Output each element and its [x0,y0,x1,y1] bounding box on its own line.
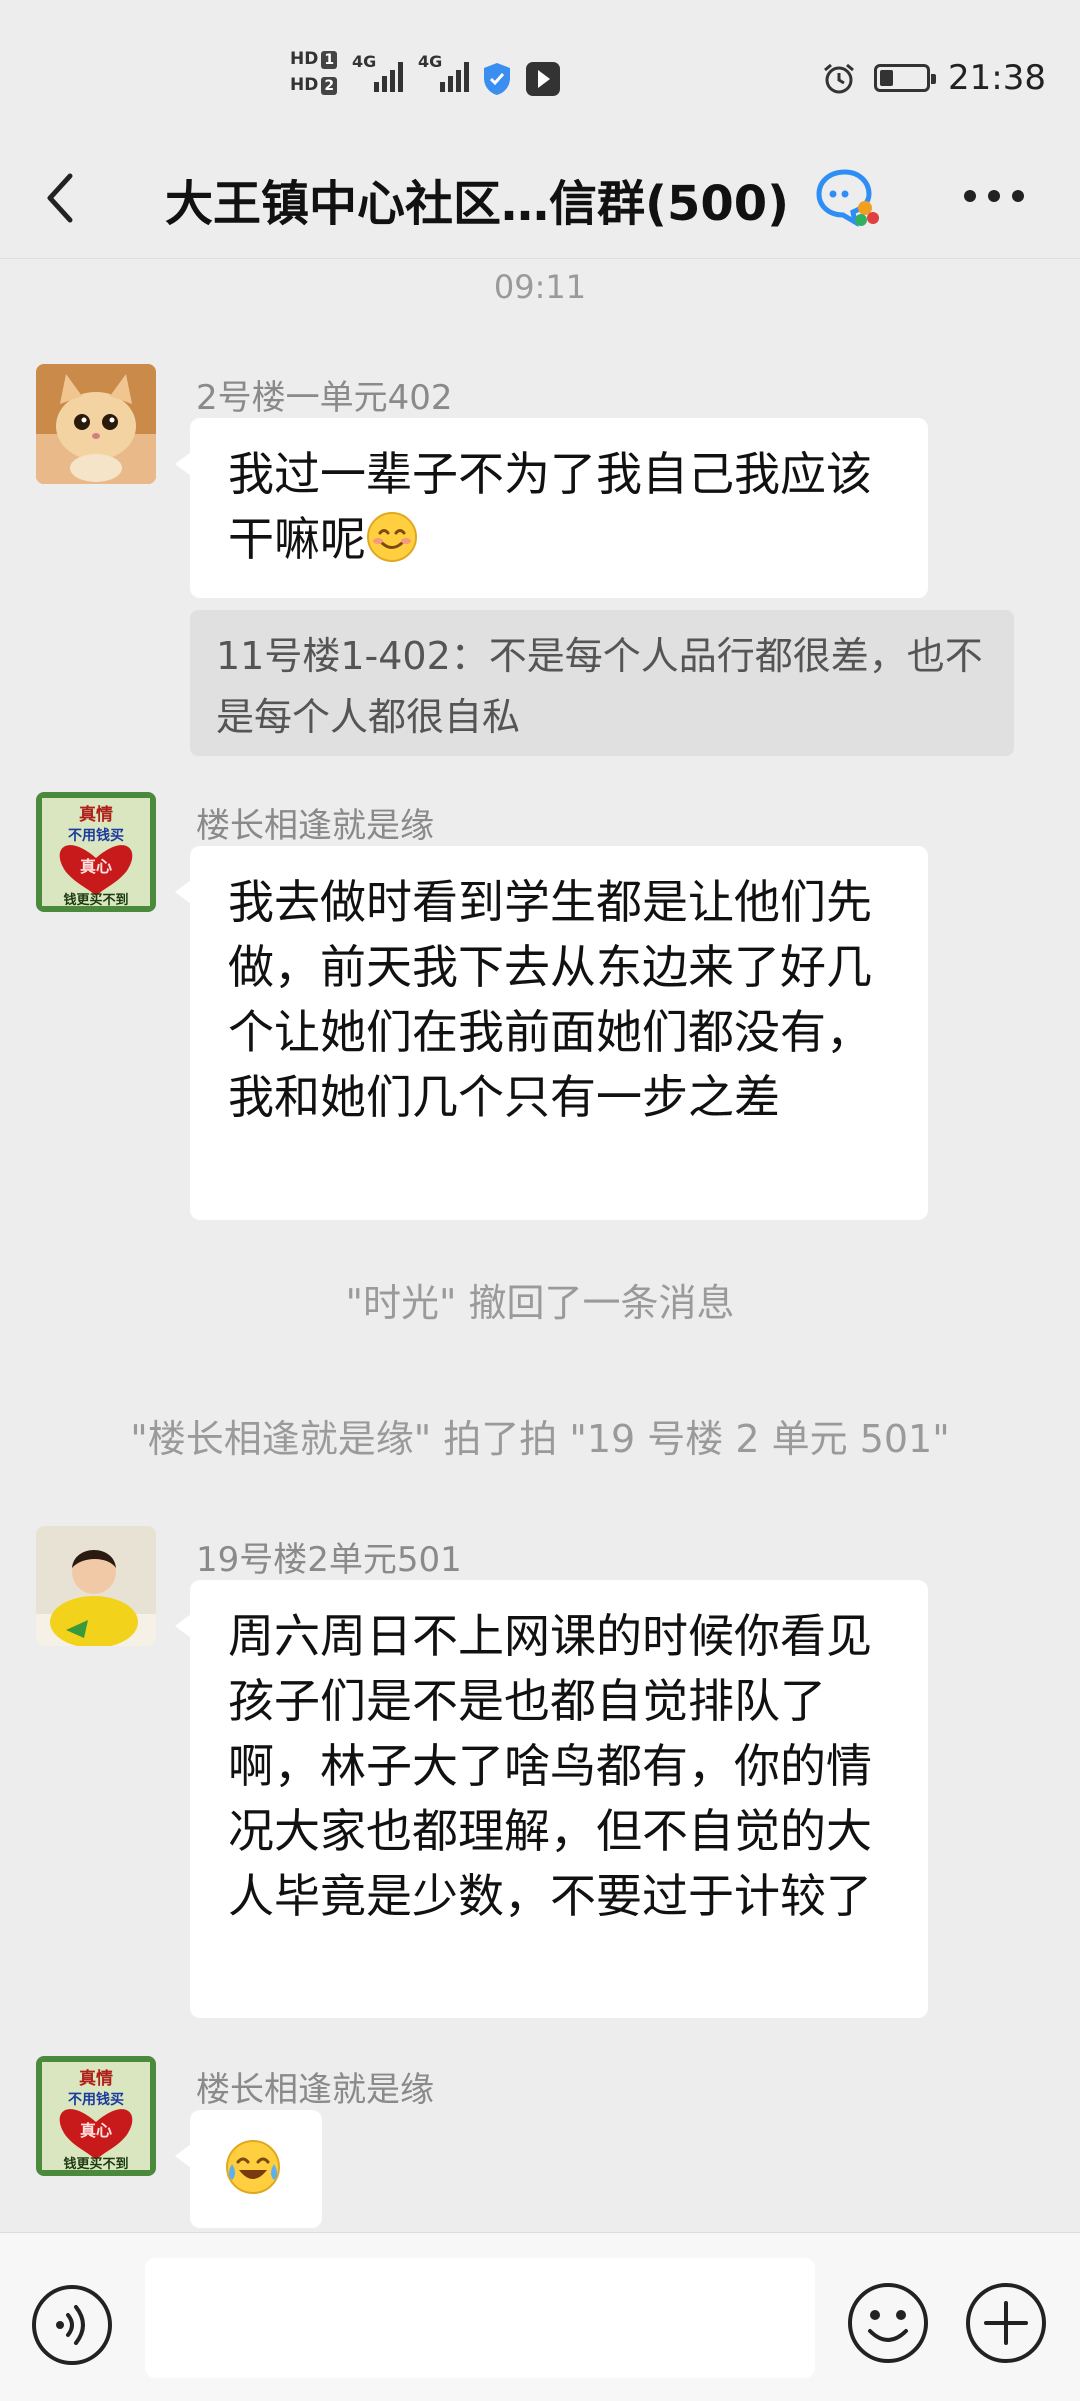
message-bubble[interactable]: 我过一辈子不为了我自己我应该干嘛呢 [175,418,928,598]
sticker-text: 不用钱买 [68,827,124,844]
child-avatar-icon [36,1526,156,1646]
laugh-cry-emoji-icon [226,2140,280,2194]
avatar[interactable] [36,1526,156,1646]
sticker-avatar-icon: 真情 不用钱买 真心 钱更买不到 [36,792,156,912]
message-bubble[interactable]: 周六周日不上网课的时候你看见孩子们是不是也都自觉排队了啊，林子大了啥鸟都有，你的… [175,1580,928,2018]
hd-icon: HD [290,49,319,69]
sticker-text: 钱更买不到 [63,2156,128,2172]
sender-name: 楼长相逢就是缘 [196,806,434,846]
signal-icon: 4G [418,52,474,92]
signal-icon: 4G [352,52,408,92]
message-input[interactable] [145,2258,815,2378]
more-icon[interactable] [964,190,1024,204]
recall-notice: "时光" 撤回了一条消息 [345,1281,735,1325]
avatar[interactable]: 真情 不用钱买 真心 钱更买不到 [36,792,156,912]
avatar[interactable]: 真情 不用钱买 真心 钱更买不到 [36,2056,156,2176]
sticker-text: 钱更买不到 [63,892,128,908]
message-timestamp: 09:11 [493,268,587,306]
sticker-text: 不用钱买 [68,2091,124,2108]
group-chat-icon[interactable] [815,166,881,228]
status-bar: HD 1 HD 2 4G 4G 21:38 [0,0,1080,150]
sticker-avatar-icon: 真情 不用钱买 真心 钱更买不到 [36,2056,156,2176]
quoted-message[interactable]: 11号楼1-402：不是每个人品行都很差，也不是每个人都很自私 [190,610,1014,756]
battery-icon [874,64,936,92]
sticker-text: 真心 [80,857,112,876]
back-icon[interactable] [40,168,80,228]
cat-avatar-icon [36,364,156,484]
avatar[interactable] [36,364,156,484]
sticker-text: 真情 [79,2068,113,2089]
hd-icon: HD [290,75,319,95]
hd-indicator: HD 1 HD 2 [290,46,338,98]
shield-icon [484,63,510,95]
input-bar [0,2232,1080,2401]
message-text: 我去做时看到学生都是让他们先做，前天我下去从东边来了好几个让她们在我前面她们都没… [228,875,872,1124]
sender-name: 楼长相逢就是缘 [196,2070,434,2110]
chat-title: 大王镇中心社区…信群(500) [165,176,790,232]
voice-icon[interactable] [30,2283,114,2367]
app-icon [526,62,560,96]
sticker-text: 真情 [79,804,113,825]
sticker-text: 真心 [80,2121,112,2140]
clock: 21:38 [948,58,1046,98]
sender-name: 2号楼一单元402 [196,378,453,418]
message-bubble[interactable]: 我去做时看到学生都是让他们先做，前天我下去从东边来了好几个让她们在我前面她们都没… [175,846,928,1220]
message-text: 周六周日不上网课的时候你看见孩子们是不是也都自觉排队了啊，林子大了啥鸟都有，你的… [228,1609,872,1923]
message-bubble[interactable] [175,2110,322,2228]
header-divider [0,258,1080,259]
plus-icon[interactable] [964,2281,1048,2365]
smile-emoji-icon [367,512,417,562]
sender-name: 19号楼2单元501 [196,1540,462,1580]
alarm-icon [824,63,854,94]
emoji-icon[interactable] [846,2281,930,2365]
message-text: 我过一辈子不为了我自己我应该干嘛呢 [228,447,872,566]
pat-notice: "楼长相逢就是缘" 拍了拍 "19 号楼 2 单元 501" [130,1417,950,1461]
